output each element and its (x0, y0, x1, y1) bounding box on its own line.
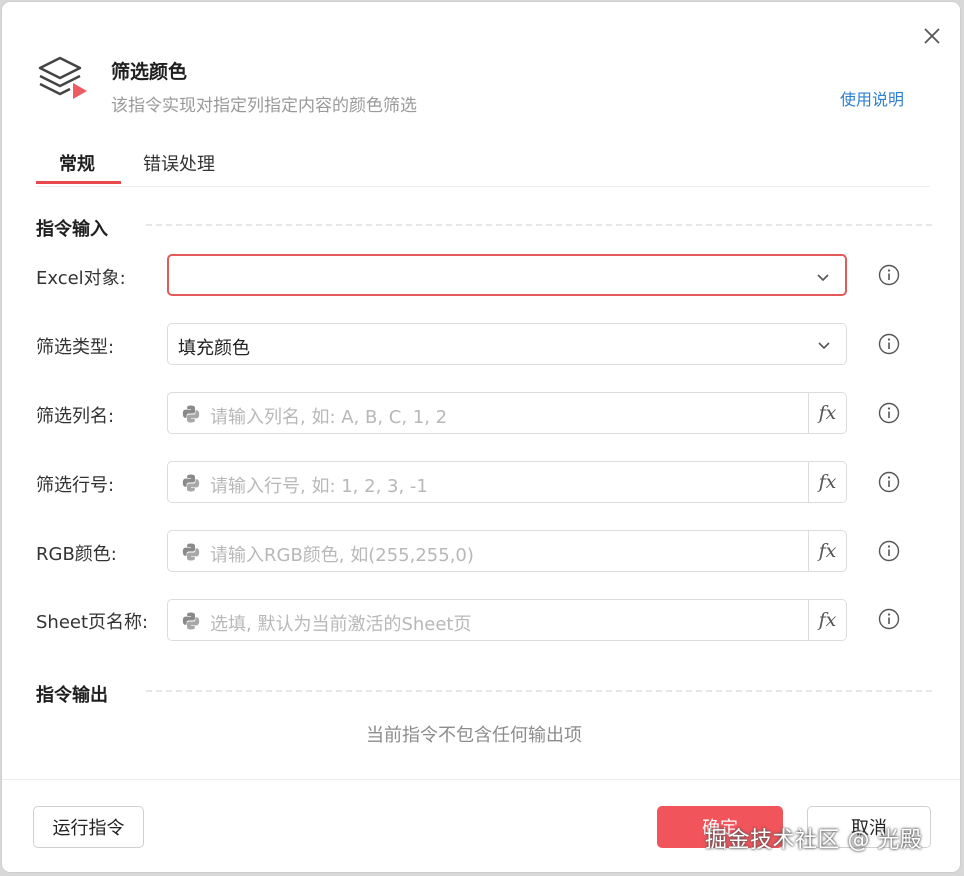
layers-play-icon (38, 56, 87, 99)
python-icon (182, 474, 200, 492)
section-title-output: 指令输出 (36, 685, 108, 706)
section-title-input: 指令输入 (36, 219, 108, 240)
dialog-title: 筛选颜色 (111, 61, 188, 83)
info-icon[interactable] (878, 608, 900, 630)
section-divider (146, 224, 932, 226)
row-number-input[interactable]: 请输入行号, 如: 1, 2, 3, -1 fx (167, 461, 847, 503)
filter-type-select[interactable]: 填充颜色 (167, 323, 847, 365)
python-icon (182, 543, 200, 561)
tab-error-handling[interactable]: 错误处理 (143, 150, 215, 176)
excel-object-select[interactable] (167, 254, 847, 296)
info-icon[interactable] (878, 264, 900, 286)
row-number-label: 筛选行号: (36, 475, 115, 496)
info-icon[interactable] (878, 402, 900, 424)
row-number-placeholder: 请输入行号, 如: 1, 2, 3, -1 (210, 476, 428, 497)
run-command-button[interactable]: 运行指令 (33, 806, 144, 848)
filter-type-value: 填充颜色 (178, 338, 250, 359)
chevron-down-icon (818, 342, 830, 350)
filter-type-label: 筛选类型: (36, 337, 115, 358)
dialog-subtitle: 该指令实现对指定列指定内容的颜色筛选 (111, 96, 417, 116)
info-icon[interactable] (878, 333, 900, 355)
sheet-name-label: Sheet页名称: (36, 612, 149, 633)
help-link[interactable]: 使用说明 (840, 86, 904, 110)
column-name-label: 筛选列名: (36, 406, 115, 427)
rgb-color-label: RGB颜色: (36, 544, 117, 565)
info-icon[interactable] (878, 471, 900, 493)
rgb-color-input[interactable]: 请输入RGB颜色, 如(255,255,0) fx (167, 530, 847, 572)
footer-divider (2, 779, 960, 780)
no-output-message: 当前指令不包含任何输出项 (366, 725, 582, 746)
watermark: 掘金技术社区 @ 光殿 (705, 828, 923, 853)
python-icon (182, 405, 200, 423)
fx-button[interactable]: fx (808, 393, 846, 433)
python-icon (182, 612, 200, 630)
sheet-name-input[interactable]: 选填, 默认为当前激活的Sheet页 fx (167, 599, 847, 641)
info-icon[interactable] (878, 540, 900, 562)
close-icon[interactable] (920, 24, 944, 48)
chevron-down-icon (817, 274, 829, 282)
column-name-input[interactable]: 请输入列名, 如: A, B, C, 1, 2 fx (167, 392, 847, 434)
tab-bar: 常规 错误处理 (36, 142, 930, 187)
sheet-name-placeholder: 选填, 默认为当前激活的Sheet页 (210, 614, 472, 635)
section-divider (146, 690, 932, 692)
excel-object-label: Excel对象: (36, 268, 126, 289)
fx-button[interactable]: fx (808, 531, 846, 571)
fx-button[interactable]: fx (808, 600, 846, 640)
tab-general[interactable]: 常规 (59, 150, 95, 176)
column-name-placeholder: 请输入列名, 如: A, B, C, 1, 2 (210, 407, 448, 428)
filter-color-dialog: 筛选颜色 该指令实现对指定列指定内容的颜色筛选 使用说明 常规 错误处理 指令输… (2, 2, 960, 872)
rgb-color-placeholder: 请输入RGB颜色, 如(255,255,0) (210, 545, 474, 566)
fx-button[interactable]: fx (808, 462, 846, 502)
active-tab-indicator (36, 181, 121, 184)
